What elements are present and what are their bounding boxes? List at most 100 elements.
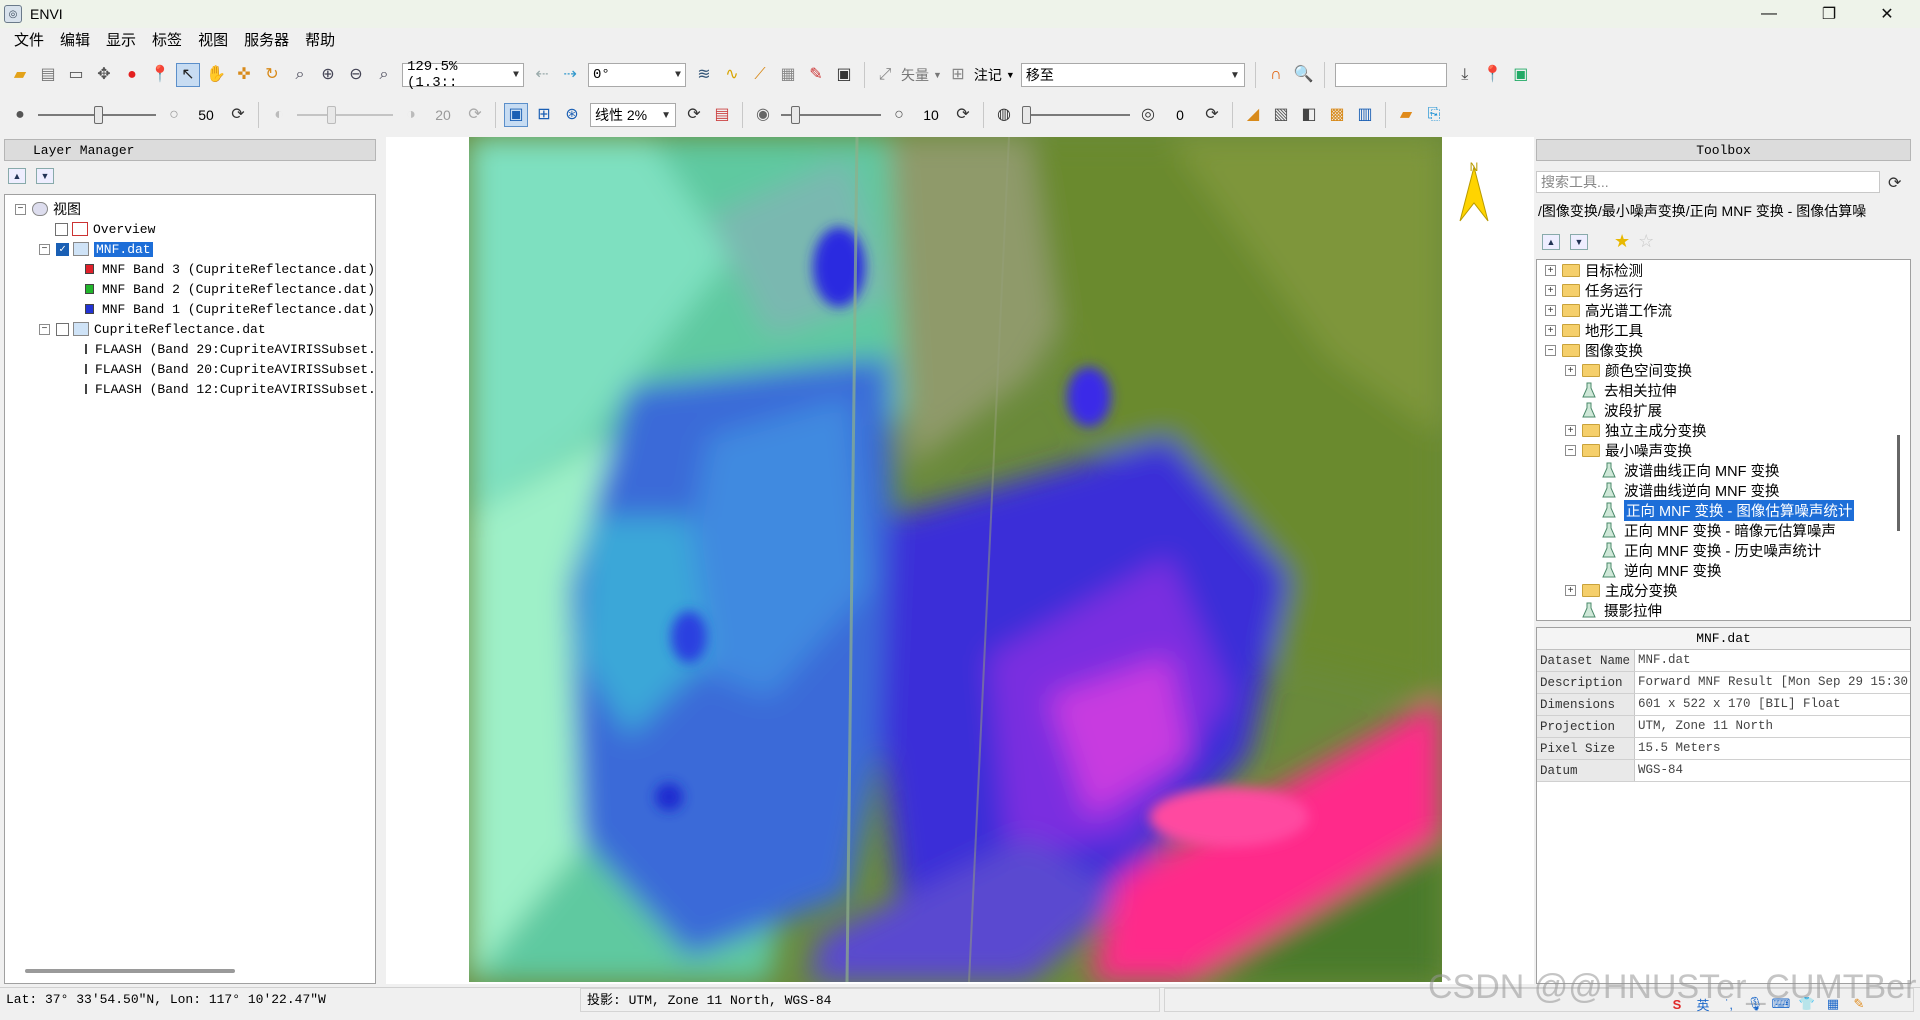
toolbox-folder[interactable]: + 目标检测 [1537,260,1910,280]
export-icon[interactable]: ⎘ [1422,103,1446,127]
property-value[interactable]: UTM, Zone 11 North [1635,716,1910,737]
microphone-icon[interactable]: 🎙 [1746,995,1764,1013]
refresh-icon[interactable]: ⟳ [1888,173,1901,193]
toolbox-tool[interactable]: 波谱曲线逆向 MNF 变换 [1537,480,1910,500]
spectral-profile-icon[interactable]: ≋ [692,63,716,87]
menu-server[interactable]: 服务器 [236,28,297,54]
data-manager-icon[interactable]: ▤ [36,63,60,87]
envi-logo-icon[interactable]: ∩ [1264,63,1288,87]
menu-file[interactable]: 文件 [6,28,52,54]
toolbox-tool[interactable]: 波段扩展 [1537,400,1910,420]
add-favorite-icon[interactable]: ★ [1614,231,1630,252]
input-method-logo-icon[interactable]: S [1668,995,1686,1013]
stretch-full-icon[interactable]: ⊞ [532,103,556,127]
toolbox-folder[interactable]: + 主成分变换 [1537,580,1910,600]
band-item[interactable]: FLAASH (Band 20:CupriteAVIRISSubset. [5,359,376,379]
band-item[interactable]: FLAASH (Band 12:CupriteAVIRISSubset. [5,379,376,399]
toolbox-folder[interactable]: − 图像变换 [1537,340,1910,360]
toolbox-tool[interactable]: 正向 MNF 变换 - 暗像元估算噪声 [1537,520,1910,540]
layer-visibility-checkbox[interactable] [56,322,69,336]
collapse-all-button[interactable]: ▲ [8,168,26,184]
layer-item-mnf[interactable]: − ✓ MNF.dat [5,239,375,259]
expand-all-button[interactable]: ▼ [1570,233,1588,250]
expand-icon[interactable]: + [1545,284,1556,296]
expand-all-button[interactable]: ▼ [36,168,54,184]
mnf-composite-image[interactable] [469,137,1442,982]
layer-item-cuprite[interactable]: − CupriteReflectance.dat [5,319,375,339]
favorites-icon[interactable]: ☆ [1638,231,1654,252]
band-item[interactable]: FLAASH (Band 29:CupriteAVIRISSubset. [5,339,376,359]
rotate-left-icon[interactable]: ⇠ [530,63,554,87]
brightness-slider[interactable] [38,103,156,127]
image-view[interactable]: N [386,137,1534,984]
property-value[interactable]: MNF.dat [1635,650,1910,671]
vector-menu-label[interactable]: 矢量 [901,65,929,85]
brightness-value[interactable]: 50 [188,107,224,123]
reset-transparency-icon[interactable]: ⟳ [1200,103,1224,127]
reset-contrast-icon[interactable]: ⟳ [463,103,487,127]
sharpen-value[interactable]: 10 [913,107,949,123]
collapse-icon[interactable]: − [1565,444,1576,456]
reset-brightness-icon[interactable]: ⟳ [226,103,250,127]
select-cursor-icon[interactable]: ↖ [176,63,200,87]
collapse-icon[interactable]: − [1545,344,1556,356]
reset-stretch-icon[interactable]: ⟳ [682,103,706,127]
overview-checkbox[interactable] [55,222,68,236]
tree-root[interactable]: − 视图 [5,199,375,219]
location-pin-icon[interactable]: 📍 [1481,63,1505,87]
toolbox-tool[interactable]: 逆向 MNF 变换 [1537,560,1910,580]
animation-icon[interactable]: ▣ [832,63,856,87]
flicker-icon[interactable]: ▩ [1325,103,1349,127]
toolbox-search-input[interactable]: 搜索工具... [1536,171,1880,193]
rotate-icon[interactable]: ↻ [260,63,284,87]
toolbox-folder[interactable]: + 地形工具 [1537,320,1910,340]
vertical-scrollbar[interactable] [1897,435,1900,531]
pan-hand-icon[interactable]: ✋ [204,63,228,87]
collapse-icon[interactable]: − [39,243,50,255]
punctuation-icon[interactable]: ˙, [1720,995,1738,1013]
stretch-view-icon[interactable]: ▣ [504,103,528,127]
zoom-out-icon[interactable]: ⊖ [344,63,368,87]
band-item[interactable]: MNF Band 1 (CupriteReflectance.dat) [5,299,375,319]
menu-display[interactable]: 显示 [98,28,144,54]
histogram-icon[interactable]: ▤ [710,103,734,127]
layer-visibility-checkbox[interactable]: ✓ [56,242,69,256]
tools-icon[interactable]: ✎ [1850,995,1868,1013]
menu-edit[interactable]: 编辑 [52,28,98,54]
menu-help[interactable]: 帮助 [297,28,343,54]
rotate-right-icon[interactable]: ⇢ [558,63,582,87]
reset-sharpen-icon[interactable]: ⟳ [951,103,975,127]
close-button[interactable]: ✕ [1858,0,1916,28]
expand-icon[interactable]: + [1565,424,1576,436]
property-value[interactable]: Forward MNF Result [Mon Sep 29 15:30 [1635,672,1910,693]
overview-item[interactable]: Overview [5,219,375,239]
expand-icon[interactable]: + [1545,304,1556,316]
download-icon[interactable]: ⤓ [1453,63,1477,87]
toolbox-tool[interactable]: 摄影拉伸 [1537,600,1910,620]
zoom-select[interactable]: 129.5% (1.3:: ▼ [402,59,524,91]
menu-view[interactable]: 视图 [190,28,236,54]
toolbox-folder[interactable]: + 高光谱工作流 [1537,300,1910,320]
toolbox-folder[interactable]: + 颜色空间变换 [1537,360,1910,380]
grid-icon[interactable]: ▦ [1824,995,1842,1013]
search-icon[interactable]: 🔍 [1292,63,1316,87]
zoom-icon[interactable]: ⌕ [288,63,312,87]
collapse-icon[interactable]: − [39,323,50,335]
swipe-icon[interactable]: ▥ [1353,103,1377,127]
collapse-icon[interactable]: − [15,203,26,215]
horizontal-scrollbar[interactable] [25,969,235,973]
property-value[interactable]: 601 x 522 x 170 [BIL] Float [1635,694,1910,715]
expand-icon[interactable]: + [1565,584,1576,596]
toolbox-tool[interactable]: 正向 MNF 变换 - 历史噪声统计 [1537,540,1910,560]
annotation-icon[interactable]: ⊞ [946,63,970,87]
image-icon[interactable]: ▧ [1269,103,1293,127]
collapse-all-button[interactable]: ▲ [1542,233,1560,250]
chip-icon[interactable]: ▰ [1394,103,1418,127]
annotation-menu-label[interactable]: 注记 [974,65,1002,85]
contrast-value[interactable]: 20 [425,107,461,123]
fly-icon[interactable]: ✜ [232,63,256,87]
display-icon[interactable]: ▭ [64,63,88,87]
portal-icon[interactable]: ▣ [1509,63,1533,87]
band-item[interactable]: MNF Band 3 (CupriteReflectance.dat) [5,259,375,279]
toolbox-folder[interactable]: + 独立主成分变换 [1537,420,1910,440]
